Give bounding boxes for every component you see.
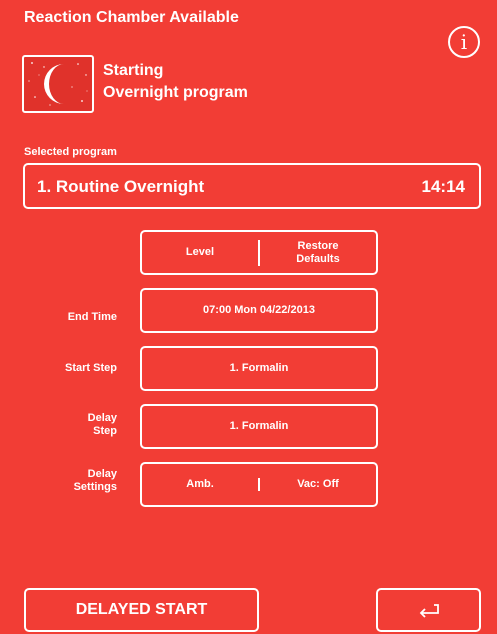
delay-step-value: 1. Formalin (229, 420, 289, 432)
delayed-start-label: DELAYED START (75, 601, 208, 618)
program-time: 14:14 (421, 177, 465, 196)
start-step-label: Start Step (65, 362, 117, 374)
delay-settings-group: Amb. Vac: Off (140, 462, 378, 507)
info-button[interactable]: i (448, 26, 480, 58)
back-button[interactable] (376, 588, 481, 632)
status-line-2: Overnight program (103, 84, 248, 101)
delayed-start-button[interactable]: DELAYED START (24, 588, 259, 632)
overnight-status-icon (22, 55, 94, 113)
restore-defaults-label: Restore Defaults (296, 239, 340, 265)
level-restore-group: Level Restore Defaults (140, 230, 378, 275)
delay-step-button[interactable]: 1. Formalin (140, 404, 378, 449)
status-line-1: Starting (103, 62, 164, 79)
vacuum-label: Vac: Off (297, 478, 339, 490)
end-time-value: 07:00 Mon 04/22/2013 (203, 304, 315, 316)
delay-settings-label: Delay Settings (73, 468, 117, 493)
end-time-button[interactable]: 07:00 Mon 04/22/2013 (140, 288, 378, 333)
level-label: Level (185, 246, 215, 258)
start-step-value: 1. Formalin (229, 362, 289, 374)
info-icon: i (460, 30, 468, 54)
delay-step-label: Delay Step (87, 412, 117, 437)
moon-icon (28, 62, 88, 106)
selected-program-button[interactable]: 1. Routine Overnight 14:14 (23, 163, 481, 209)
vacuum-button[interactable]: Vac: Off (258, 478, 376, 491)
ambient-label: Amb. (186, 478, 214, 490)
program-name: 1. Routine Overnight (37, 177, 205, 196)
level-button[interactable]: Level (142, 246, 258, 259)
start-step-button[interactable]: 1. Formalin (140, 346, 378, 391)
return-arrow-icon (419, 604, 439, 618)
restore-defaults-button[interactable]: Restore Defaults (258, 239, 376, 266)
end-time-label: End Time (67, 311, 117, 323)
ambient-button[interactable]: Amb. (142, 478, 258, 491)
selected-program-label: Selected program (24, 146, 117, 158)
window-title: Reaction Chamber Available (24, 9, 239, 26)
